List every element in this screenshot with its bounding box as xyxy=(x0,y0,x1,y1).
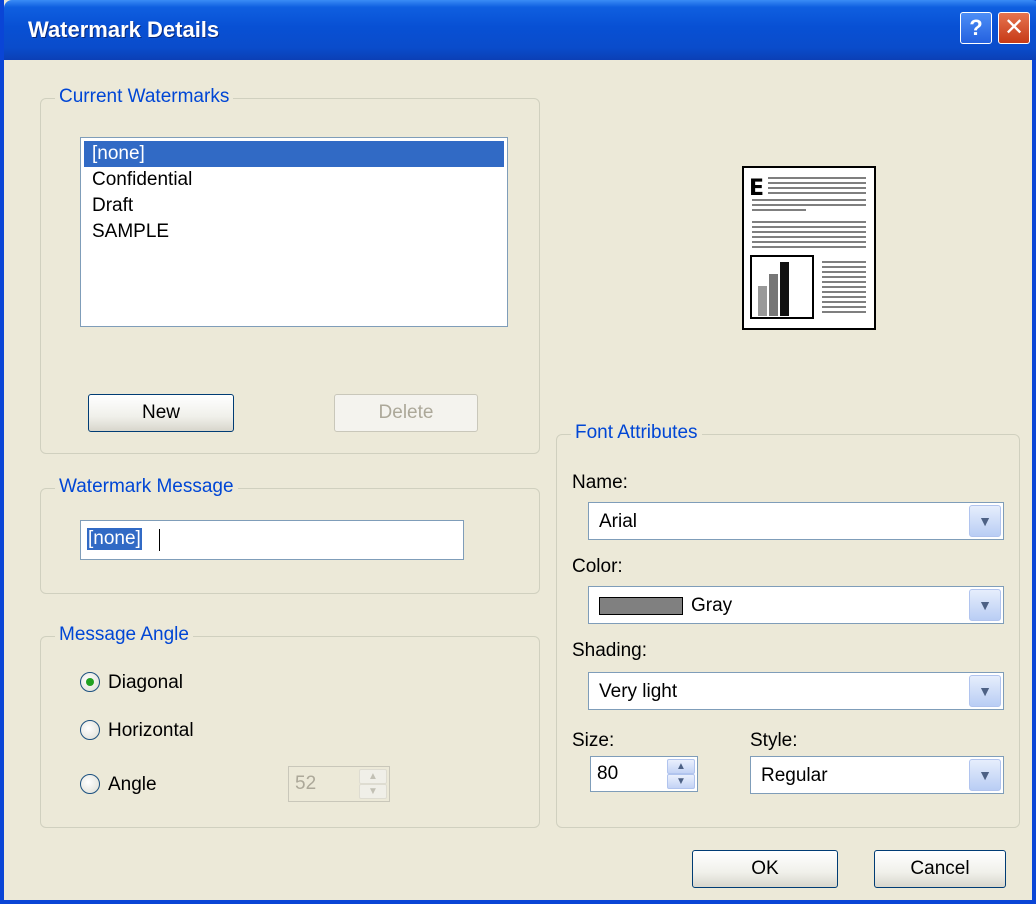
spin-buttons: ▲ ▼ xyxy=(667,759,695,789)
watermarks-list[interactable]: [none] Confidential Draft SAMPLE xyxy=(80,137,508,327)
radio-unchecked-icon xyxy=(80,774,100,794)
close-button[interactable]: ✕ xyxy=(998,12,1030,44)
font-name-value: Arial xyxy=(599,511,638,532)
shading-select[interactable]: Very light ▼ xyxy=(588,672,1004,710)
ok-button[interactable]: OK xyxy=(692,850,838,888)
page-preview-icon: E xyxy=(742,166,876,330)
chevron-down-icon: ▼ xyxy=(969,505,1001,537)
radio-diagonal[interactable]: Diagonal xyxy=(80,670,240,696)
text-caret xyxy=(159,529,160,551)
font-name-label: Name: xyxy=(572,472,628,493)
size-label: Size: xyxy=(572,730,615,751)
new-button[interactable]: New xyxy=(88,394,234,432)
font-size-value: 80 xyxy=(597,763,619,784)
svg-text:E: E xyxy=(749,176,764,201)
message-angle-legend: Message Angle xyxy=(55,624,193,646)
spin-up-icon[interactable]: ▲ xyxy=(667,759,695,774)
radio-diagonal-label: Diagonal xyxy=(108,672,183,693)
angle-spinner[interactable]: 52 ▲ ▼ xyxy=(288,766,390,802)
chevron-down-icon: ▼ xyxy=(969,675,1001,707)
font-color-select[interactable]: Gray ▼ xyxy=(588,586,1004,624)
current-watermarks-legend: Current Watermarks xyxy=(55,86,234,108)
close-icon: ✕ xyxy=(1003,14,1025,41)
font-size-spinner[interactable]: 80 ▲ ▼ xyxy=(590,756,698,792)
watermark-message-input[interactable]: [none] xyxy=(80,520,464,560)
watermark-details-dialog: Watermark Details ? ✕ Current Watermarks… xyxy=(0,0,1036,904)
watermark-message-legend: Watermark Message xyxy=(55,476,238,498)
font-name-select[interactable]: Arial ▼ xyxy=(588,502,1004,540)
radio-unchecked-icon xyxy=(80,720,100,740)
spin-buttons: ▲ ▼ xyxy=(359,769,387,799)
list-item-confidential[interactable]: Confidential xyxy=(84,167,504,193)
radio-horizontal-label: Horizontal xyxy=(108,720,194,741)
font-color-value: Gray xyxy=(691,595,733,616)
font-color-label: Color: xyxy=(572,556,623,577)
help-button[interactable]: ? xyxy=(960,12,992,44)
radio-angle[interactable]: Angle xyxy=(80,772,200,798)
cancel-button[interactable]: Cancel xyxy=(874,850,1006,888)
watermark-message-value: [none] xyxy=(87,528,142,550)
list-item-draft[interactable]: Draft xyxy=(84,193,504,219)
spin-up-icon[interactable]: ▲ xyxy=(359,769,387,784)
shading-label: Shading: xyxy=(572,640,648,661)
shading-value: Very light xyxy=(599,681,678,702)
spin-down-icon[interactable]: ▼ xyxy=(359,784,387,799)
font-attributes-legend: Font Attributes xyxy=(571,422,702,444)
help-icon: ? xyxy=(969,15,983,40)
spin-down-icon[interactable]: ▼ xyxy=(667,774,695,789)
delete-button[interactable]: Delete xyxy=(334,394,478,432)
style-label: Style: xyxy=(750,730,798,751)
radio-checked-icon xyxy=(80,672,100,692)
gray-swatch xyxy=(599,597,683,615)
font-style-select[interactable]: Regular ▼ xyxy=(750,756,1004,794)
list-item-none[interactable]: [none] xyxy=(84,141,504,167)
dialog-title: Watermark Details xyxy=(28,17,220,42)
list-item-sample[interactable]: SAMPLE xyxy=(84,219,504,245)
chevron-down-icon: ▼ xyxy=(969,759,1001,791)
radio-angle-label: Angle xyxy=(108,774,157,795)
font-style-value: Regular xyxy=(761,765,828,786)
radio-horizontal[interactable]: Horizontal xyxy=(80,718,240,744)
title-bar[interactable]: Watermark Details ? ✕ xyxy=(4,0,1036,60)
chevron-down-icon: ▼ xyxy=(969,589,1001,621)
angle-value: 52 xyxy=(295,773,317,794)
